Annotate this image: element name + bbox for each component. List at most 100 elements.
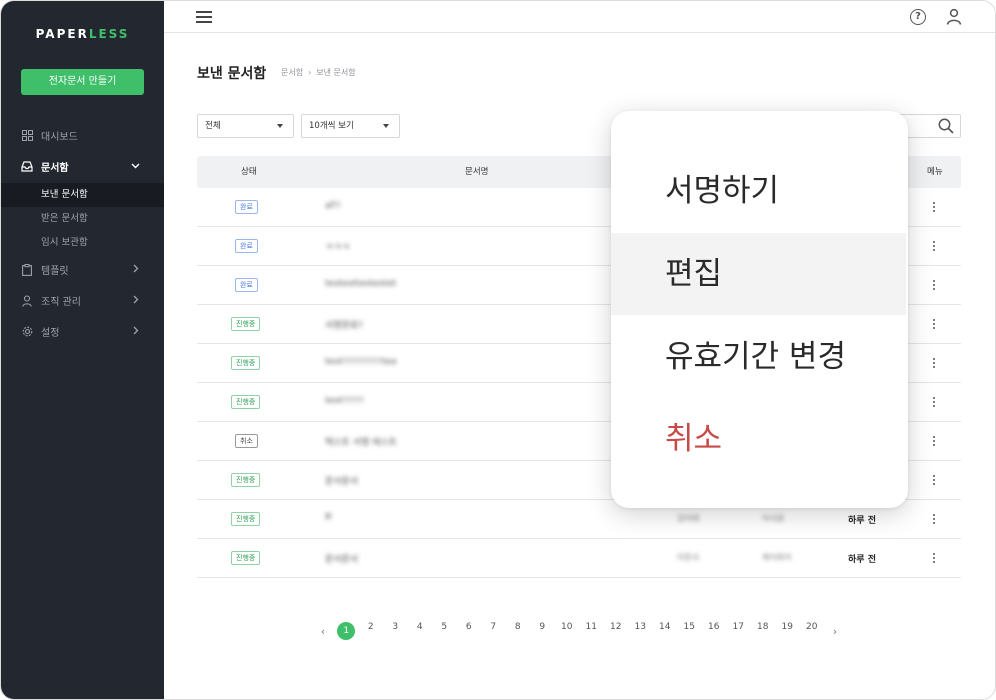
- pagination-page-number: 20: [806, 622, 818, 632]
- pagination-page-number: 5: [441, 622, 448, 632]
- column-header-status: 상태: [241, 167, 257, 177]
- pagination-page[interactable]: 14: [653, 622, 678, 640]
- document-name[interactable]: test!!!!!!: [325, 396, 364, 406]
- pagination-page[interactable]: 8: [506, 622, 531, 640]
- sidebar: PAPERLESS 전자문서 만들기 대시보드 문서함 보낸 문서함 받은 문서…: [1, 1, 164, 699]
- pagination-page[interactable]: 17: [726, 622, 751, 640]
- create-document-button[interactable]: 전자문서 만들기: [21, 69, 144, 95]
- status-badge: 진행중: [231, 551, 261, 565]
- status-filter-select[interactable]: 전체: [197, 114, 294, 138]
- document-name[interactable]: testesttestestet: [325, 279, 396, 289]
- pagination-page[interactable]: 4: [408, 622, 433, 640]
- sidebar-item-label: 대시보드: [41, 132, 78, 143]
- context-menu: 서명하기 편집 유효기간 변경 취소: [611, 111, 908, 508]
- status-badge: 완료: [235, 239, 258, 253]
- pagination-page-number: 13: [634, 622, 646, 632]
- chevron-right-icon: [131, 295, 140, 307]
- pagination-page[interactable]: 13: [628, 622, 653, 640]
- sidebar-subitem-sent[interactable]: 보낸 문서함: [1, 183, 164, 207]
- pagination-page-number: 8: [514, 622, 521, 632]
- sidebar-subitem-drafts[interactable]: 임시 보관함: [1, 231, 164, 255]
- pagination-page[interactable]: 19: [775, 622, 800, 640]
- pagination-page-number: 18: [757, 622, 769, 632]
- pagination-page[interactable]: 10: [555, 622, 580, 640]
- more-options-icon[interactable]: [930, 237, 938, 255]
- pagination-page[interactable]: 15: [677, 622, 702, 640]
- breadcrumb-item[interactable]: 문서함: [281, 68, 303, 77]
- menu-item-edit[interactable]: 편집: [611, 233, 906, 315]
- recipient-cell: 이사원: [762, 514, 785, 523]
- more-options-icon[interactable]: [930, 354, 938, 372]
- column-header-menu: 메뉴: [927, 167, 943, 177]
- breadcrumb: 문서함 › 보낸 문서함: [281, 67, 356, 78]
- pagination-page[interactable]: 20: [800, 622, 825, 640]
- sidebar-item-settings[interactable]: 설정: [1, 321, 164, 342]
- document-name[interactable]: af!!: [325, 201, 341, 211]
- sidebar-item-dashboard[interactable]: 대시보드: [1, 125, 164, 146]
- pagination-prev-button[interactable]: ‹: [312, 625, 334, 638]
- chevron-right-icon: ›: [308, 68, 312, 77]
- sidebar-subitem-received[interactable]: 받은 문서함: [1, 207, 164, 231]
- inbox-icon: [21, 161, 33, 173]
- more-options-icon[interactable]: [930, 276, 938, 294]
- pagination-page[interactable]: 7: [481, 622, 506, 640]
- status-badge: 진행중: [231, 356, 261, 370]
- pagination-page[interactable]: 3: [383, 622, 408, 640]
- pagination-page[interactable]: 5: [432, 622, 457, 640]
- document-name[interactable]: 문서문서: [325, 552, 358, 565]
- document-name[interactable]: ff: [325, 513, 331, 523]
- pagination-page[interactable]: 11: [579, 622, 604, 640]
- user-icon[interactable]: [946, 8, 962, 26]
- pagination-page[interactable]: 6: [457, 622, 482, 640]
- menu-item-sign[interactable]: 서명하기: [611, 150, 908, 232]
- status-badge: 완료: [235, 200, 258, 214]
- chevron-right-icon: [131, 326, 140, 338]
- more-options-icon[interactable]: [930, 393, 938, 411]
- document-name[interactable]: 텍스트 서명 테스트: [325, 435, 397, 448]
- breadcrumb-item: 보낸 문서함: [316, 68, 356, 77]
- more-options-icon[interactable]: [930, 315, 938, 333]
- pagination-page[interactable]: 1: [334, 622, 359, 640]
- updated-time: 하루 전: [848, 516, 876, 526]
- pagination-page[interactable]: 9: [530, 622, 555, 640]
- pagination-page-number: 12: [610, 622, 622, 632]
- menu-item-change-expiry[interactable]: 유효기간 변경: [611, 316, 908, 398]
- pagination-page[interactable]: 16: [702, 622, 727, 640]
- pagination-page-number: 11: [585, 622, 597, 632]
- pagination-next-button[interactable]: ›: [824, 625, 846, 638]
- sidebar-item-documents[interactable]: 문서함: [1, 156, 164, 177]
- more-options-icon[interactable]: [930, 432, 938, 450]
- sender-cell: 김이테: [677, 514, 700, 523]
- pagination-page[interactable]: 18: [751, 622, 776, 640]
- recipient-cell: 제이파이: [762, 553, 792, 562]
- document-name[interactable]: ㅋㅋㅋ: [325, 240, 350, 253]
- table-row[interactable]: 진행중 문서문서 이문서 제이파이 하루 전: [197, 539, 961, 578]
- help-icon[interactable]: ?: [910, 9, 926, 25]
- more-options-icon[interactable]: [930, 198, 938, 216]
- menu-icon[interactable]: [196, 11, 212, 23]
- sidebar-item-organization[interactable]: 조직 관리: [1, 290, 164, 311]
- document-name[interactable]: 서명완료?: [325, 318, 363, 331]
- page-size-select[interactable]: 10개씩 보기: [301, 114, 400, 138]
- sidebar-nav: 대시보드 문서함 보낸 문서함 받은 문서함 임시 보관함 템플릿 조직 관리 …: [1, 125, 164, 342]
- more-options-icon[interactable]: [930, 549, 938, 567]
- more-options-icon[interactable]: [930, 471, 938, 489]
- pagination-page[interactable]: 12: [604, 622, 629, 640]
- caret-down-icon: [383, 124, 389, 128]
- document-name[interactable]: 문서문서: [325, 474, 358, 487]
- logo-accent: LESS: [88, 27, 130, 41]
- status-badge: 진행중: [231, 512, 261, 526]
- document-name[interactable]: test!!!!!!!!!!!tea: [325, 357, 397, 367]
- column-header-name: 문서명: [465, 167, 489, 177]
- app-logo[interactable]: PAPERLESS: [1, 27, 164, 41]
- search-icon[interactable]: [938, 118, 954, 134]
- pagination-page-number: 7: [490, 622, 497, 632]
- chevron-down-icon: [131, 161, 140, 173]
- pagination-page[interactable]: 2: [359, 622, 384, 640]
- updated-time: 하루 전: [848, 555, 876, 565]
- sidebar-item-templates[interactable]: 템플릿: [1, 259, 164, 280]
- sidebar-item-label: 조직 관리: [41, 297, 81, 308]
- menu-item-cancel[interactable]: 취소: [611, 398, 908, 480]
- more-options-icon[interactable]: [930, 510, 938, 528]
- pagination-page-number: 2: [367, 622, 374, 632]
